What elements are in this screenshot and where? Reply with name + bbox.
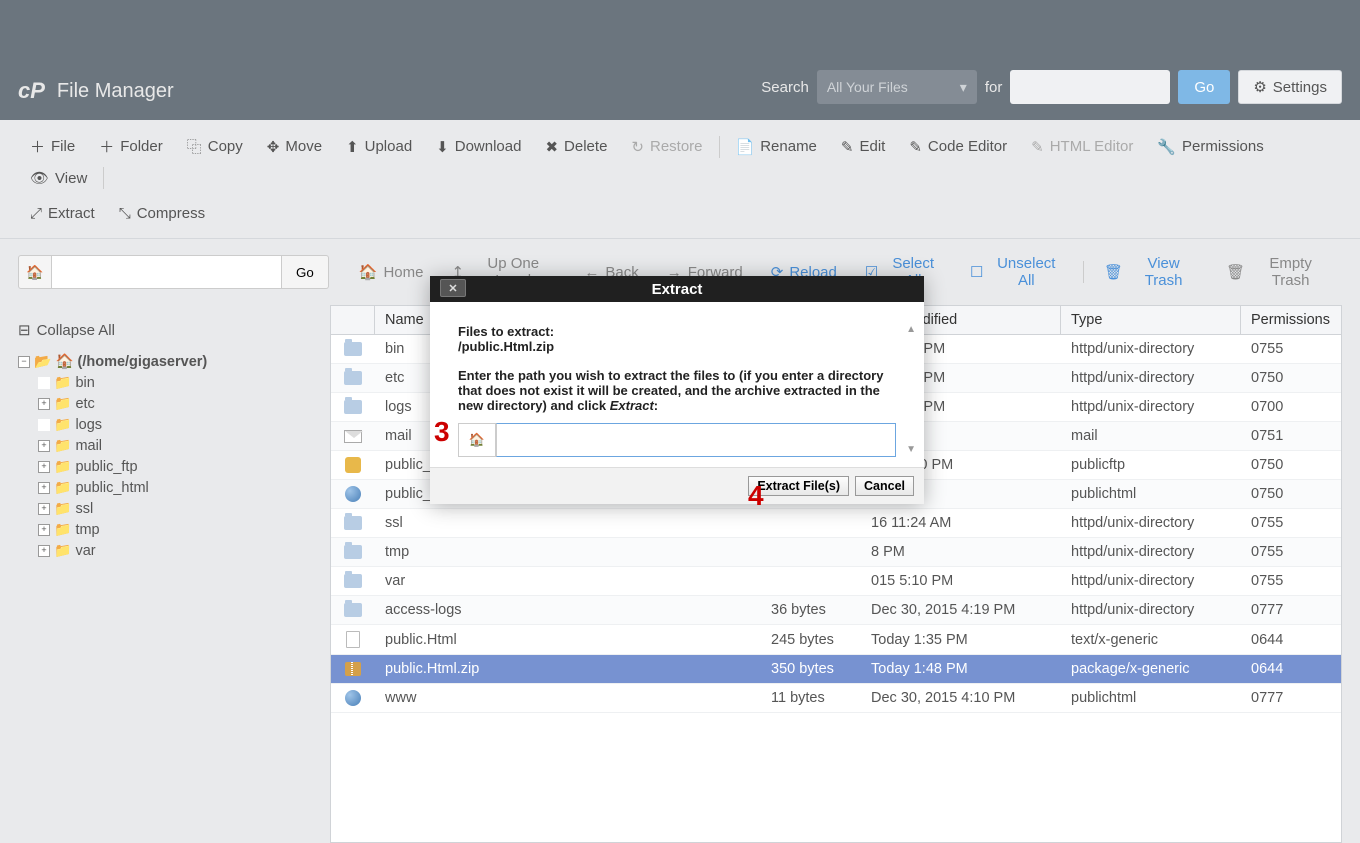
scroll-down-icon[interactable]: ▼ — [906, 444, 916, 455]
dialog-home-button[interactable]: 🏠 — [458, 423, 496, 457]
files-to-extract-value: /public.Html.zip — [458, 339, 896, 354]
dialog-title: Extract — [652, 281, 703, 298]
close-icon: ✕ — [448, 282, 457, 295]
home-icon: 🏠 — [469, 432, 485, 448]
cancel-button[interactable]: Cancel — [855, 476, 914, 496]
extract-path-input[interactable] — [496, 423, 896, 457]
annotation-4: 4 — [748, 480, 764, 512]
dialog-instruction: Enter the path you wish to extract the f… — [458, 368, 896, 413]
modal-overlay: ✕ Extract ▲ Files to extract: /public.Ht… — [0, 0, 1360, 768]
dialog-close-button[interactable]: ✕ — [440, 279, 466, 297]
files-to-extract-label: Files to extract: — [458, 324, 896, 339]
annotation-3: 3 — [434, 416, 450, 448]
extract-dialog: ✕ Extract ▲ Files to extract: /public.Ht… — [430, 276, 924, 504]
scroll-up-icon[interactable]: ▲ — [906, 324, 916, 335]
dialog-title-bar: ✕ Extract — [430, 276, 924, 302]
